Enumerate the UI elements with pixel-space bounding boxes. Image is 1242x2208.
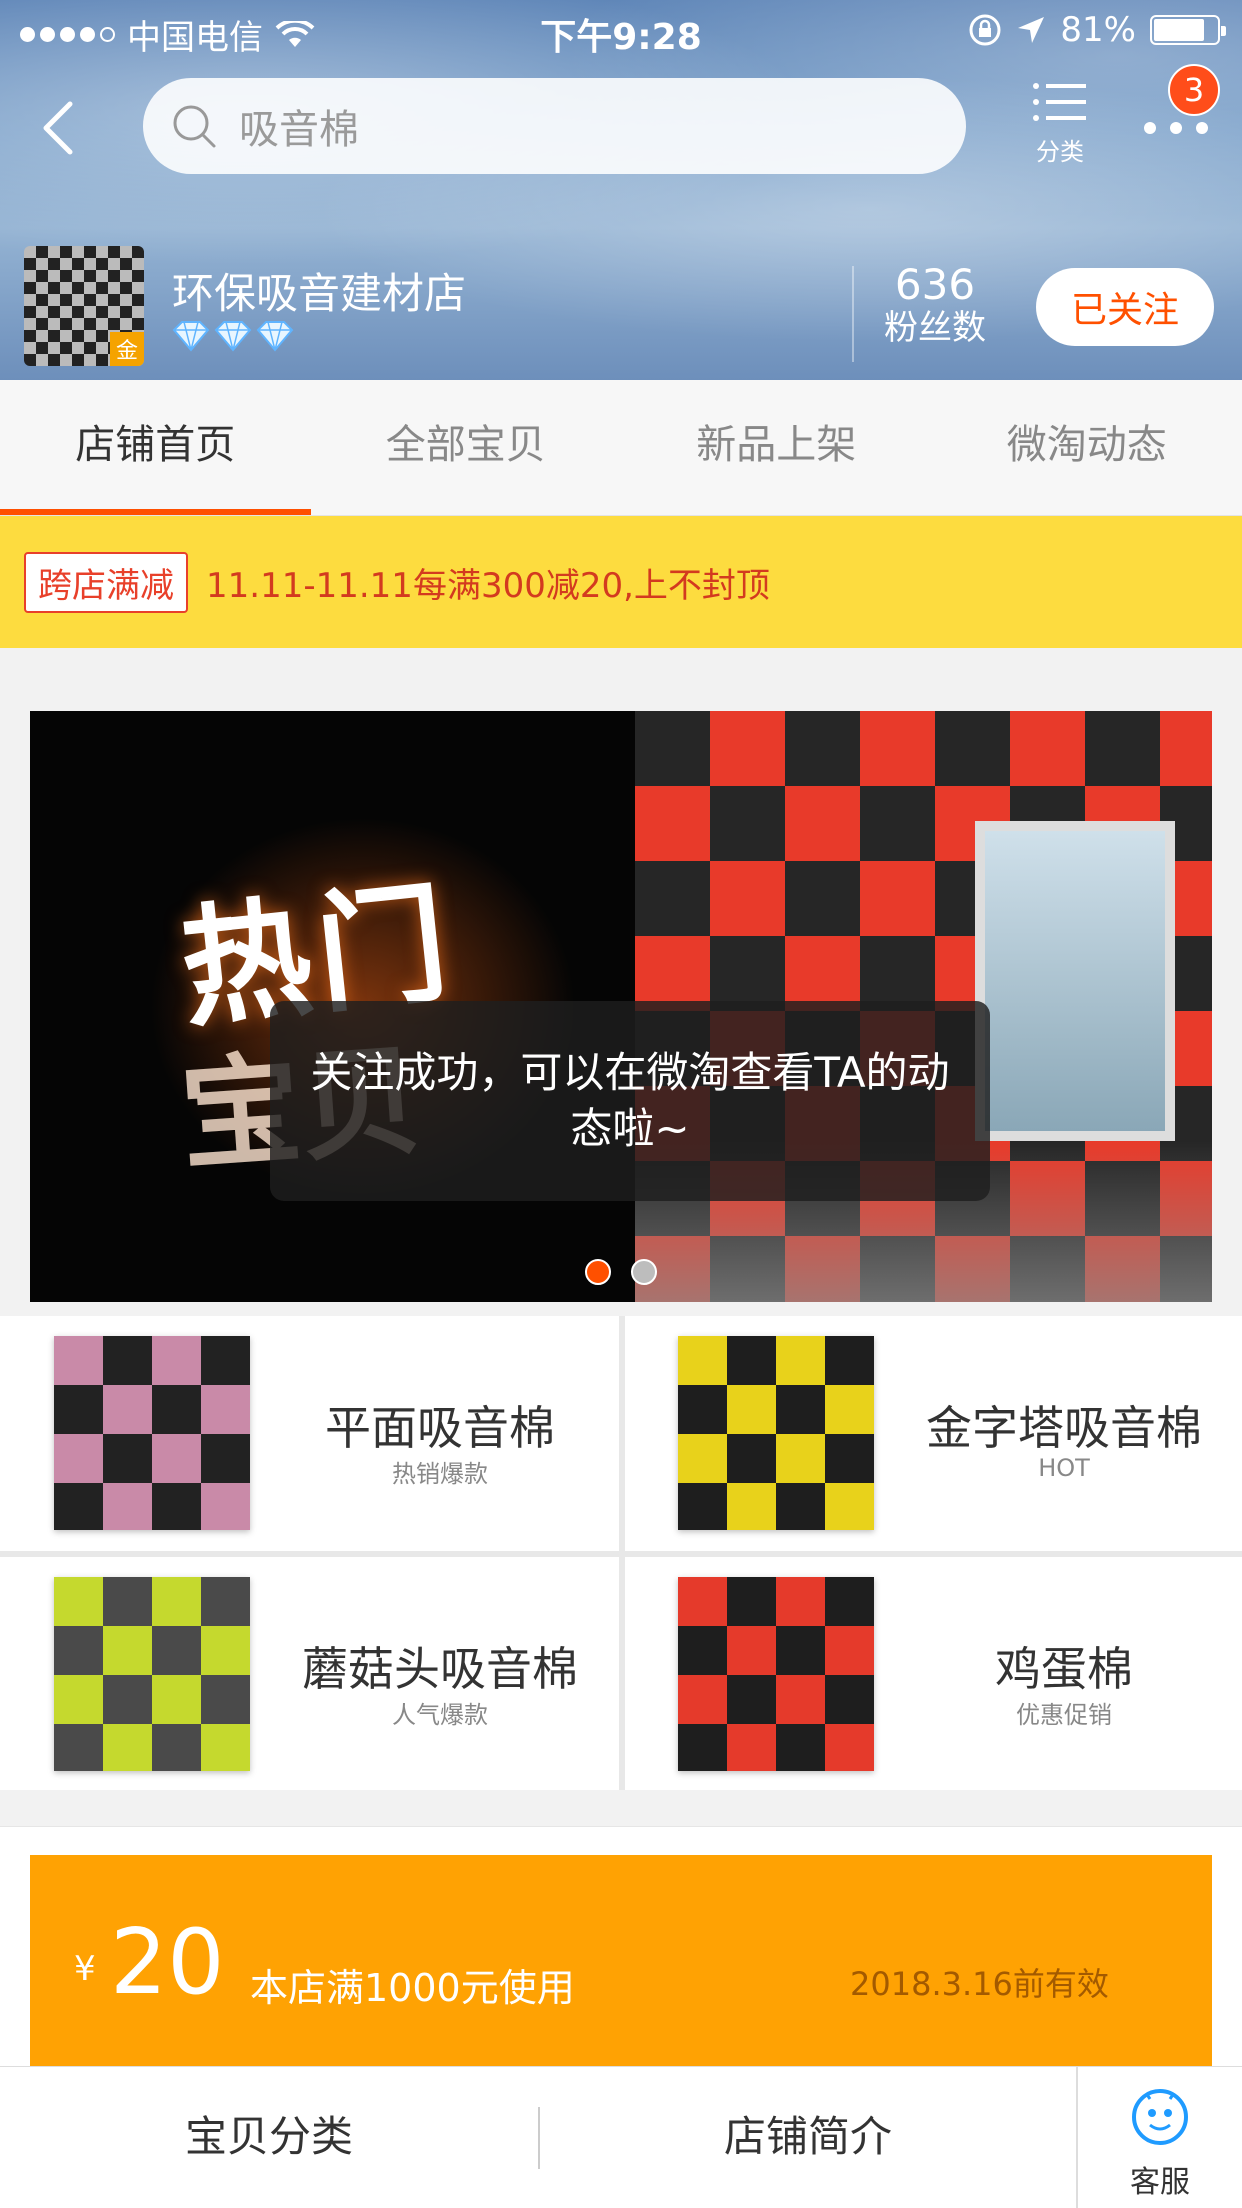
coupon-card[interactable]: ¥ 20 本店满1000元使用 2018.3.16前有效 bbox=[30, 1855, 1212, 2067]
shop-intro-button[interactable]: 店铺简介 bbox=[540, 2067, 1076, 2208]
category-subtitle: 优惠促销 bbox=[1016, 1701, 1112, 1729]
category-card-egg-foam[interactable]: 鸡蛋棉 优惠促销 bbox=[624, 1557, 1242, 1787]
category-thumbnail bbox=[54, 1336, 250, 1530]
grid-divider-horizontal bbox=[0, 1551, 1242, 1557]
promo-banner[interactable]: 跨店满减 11.11-11.11每满300减20,上不封顶 bbox=[0, 516, 1242, 648]
category-subtitle: 人气爆款 bbox=[392, 1701, 488, 1729]
item-category-button[interactable]: 宝贝分类 bbox=[0, 2067, 538, 2208]
fans-number: 636 bbox=[894, 260, 976, 309]
category-card-mushroom[interactable]: 蘑菇头吸音棉 人气爆款 bbox=[0, 1557, 618, 1787]
customer-service-icon bbox=[1132, 2089, 1188, 2145]
coupon-currency: ¥ bbox=[74, 1949, 96, 1989]
shop-logo[interactable]: 金 bbox=[24, 246, 144, 366]
customer-service-button[interactable]: 客服 bbox=[1078, 2067, 1242, 2208]
follow-success-toast: 关注成功，可以在微淘查看TA的动态啦~ bbox=[270, 1001, 990, 1201]
pager-dot[interactable] bbox=[631, 1259, 657, 1285]
category-title: 鸡蛋棉 bbox=[995, 1642, 1133, 1696]
diamond-icon bbox=[172, 321, 210, 352]
follow-button[interactable]: 已关注 bbox=[1036, 268, 1214, 346]
category-subtitle: 热销爆款 bbox=[392, 1460, 488, 1488]
status-right: 81% bbox=[968, 10, 1226, 50]
coupon-validity: 2018.3.16前有效 bbox=[850, 1965, 1109, 2003]
coupon-amount: 20 bbox=[110, 1910, 225, 2015]
category-thumbnail bbox=[54, 1577, 250, 1771]
tab-all-items[interactable]: 全部宝贝 bbox=[311, 380, 622, 515]
carousel-pager bbox=[585, 1259, 657, 1285]
divider bbox=[852, 266, 854, 362]
status-bar: 中国电信 下午9:28 81% bbox=[0, 0, 1242, 60]
list-icon bbox=[1033, 83, 1086, 121]
category-grid: 平面吸音棉 热销爆款 金字塔吸音棉 HOT 蘑菇头吸音棉 人气爆款 鸡蛋棉 优惠… bbox=[0, 1316, 1242, 1790]
search-input[interactable]: 吸音棉 bbox=[143, 78, 966, 174]
category-thumbnail bbox=[678, 1336, 874, 1530]
pager-dot-active[interactable] bbox=[585, 1259, 611, 1285]
diamond-icon bbox=[256, 321, 294, 352]
gold-seller-badge: 金 bbox=[110, 332, 144, 366]
shop-info: 金 环保吸音建材店 636 粉丝数 已关注 bbox=[0, 240, 1242, 370]
search-icon bbox=[173, 105, 216, 148]
shop-tabs: 店铺首页 全部宝贝 新品上架 微淘动态 bbox=[0, 380, 1242, 516]
fans-count: 636 粉丝数 bbox=[870, 260, 1000, 349]
shop-rating bbox=[172, 320, 294, 352]
shop-header: 中国电信 下午9:28 81% 吸音棉 分类 3 金 环保吸音建材店 636 粉… bbox=[0, 0, 1242, 380]
promo-text: 11.11-11.11每满300减20,上不封顶 bbox=[206, 565, 770, 606]
category-title: 平面吸音棉 bbox=[325, 1401, 555, 1455]
location-arrow-icon bbox=[1018, 17, 1045, 43]
category-card-flat[interactable]: 平面吸音棉 热销爆款 bbox=[0, 1316, 618, 1546]
category-card-pyramid[interactable]: 金字塔吸音棉 HOT bbox=[624, 1316, 1242, 1546]
category-title: 金字塔吸音棉 bbox=[926, 1401, 1202, 1455]
category-subtitle: HOT bbox=[1038, 1454, 1090, 1482]
diamond-icon bbox=[214, 321, 252, 352]
nav-bar: 吸音棉 分类 3 bbox=[0, 64, 1242, 180]
shop-name: 环保吸音建材店 bbox=[172, 269, 467, 318]
bottom-bar: 宝贝分类 店铺简介 客服 bbox=[0, 2066, 1242, 2208]
category-thumbnail bbox=[678, 1577, 874, 1771]
message-badge: 3 bbox=[1168, 64, 1220, 116]
category-button[interactable]: 分类 bbox=[1020, 80, 1100, 167]
coupon-condition: 本店满1000元使用 bbox=[250, 1966, 575, 2010]
banner-carousel[interactable]: 热门 宝贝 关注成功，可以在微淘查看TA的动态啦~ bbox=[30, 711, 1212, 1302]
battery-icon bbox=[1150, 15, 1226, 45]
search-placeholder: 吸音棉 bbox=[239, 107, 359, 153]
category-label: 分类 bbox=[1036, 138, 1084, 166]
fans-label: 粉丝数 bbox=[884, 308, 986, 348]
battery-percent: 81% bbox=[1060, 10, 1136, 50]
back-arrow-icon[interactable] bbox=[30, 92, 90, 162]
promo-tag: 跨店满减 bbox=[24, 551, 188, 613]
customer-service-label: 客服 bbox=[1130, 2165, 1190, 2200]
tab-home[interactable]: 店铺首页 bbox=[0, 380, 311, 515]
tab-weitao[interactable]: 微淘动态 bbox=[932, 380, 1242, 515]
rotation-lock-icon bbox=[969, 14, 1001, 46]
banner-window bbox=[975, 821, 1175, 1141]
tab-new-arrivals[interactable]: 新品上架 bbox=[621, 380, 932, 515]
category-title: 蘑菇头吸音棉 bbox=[302, 1642, 578, 1696]
